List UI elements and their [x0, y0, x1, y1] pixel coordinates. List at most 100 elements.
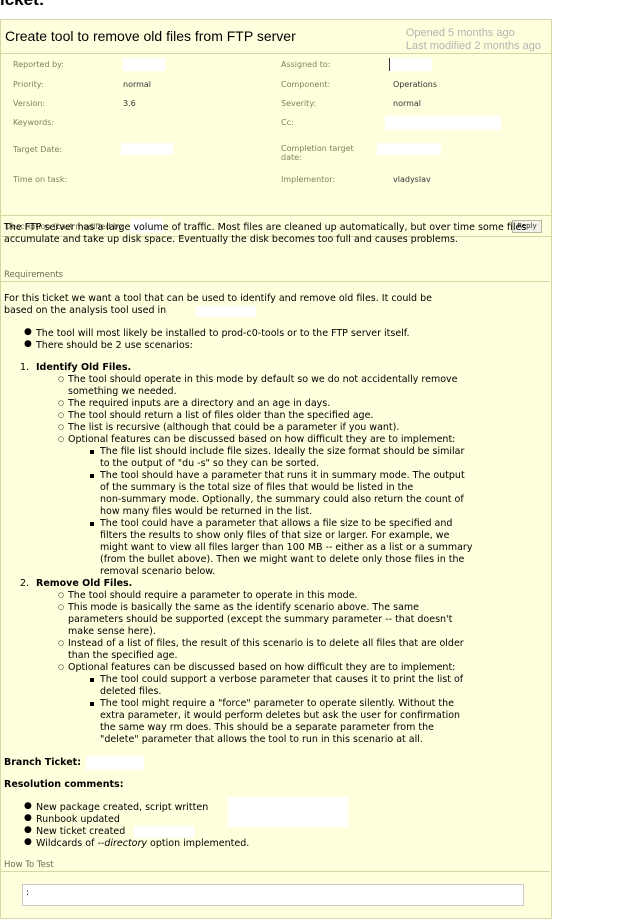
wildcards-text-end: option implemented. — [147, 838, 250, 849]
list-item: how many files would be returned in the … — [100, 506, 313, 517]
circle-bullet-icon: ○ — [58, 603, 65, 611]
list-item: extra parameter, it would perform delete… — [100, 710, 461, 721]
cc-value — [385, 116, 501, 130]
bullet-icon: ● — [24, 813, 32, 823]
list-item: The tool might require a "force" paramet… — [100, 698, 454, 709]
list-item: "delete" parameter that allows the tool … — [100, 734, 423, 745]
ticket-dates: Opened 5 months ago Last modified 2 mont… — [406, 27, 541, 53]
version-label: Version: — [13, 99, 46, 108]
reported-by-value — [123, 58, 165, 71]
target-date-value — [121, 143, 173, 155]
list-item: filters the results to show only files o… — [100, 530, 450, 541]
square-bullet-icon — [90, 474, 94, 478]
keywords-label: Keywords: — [13, 118, 55, 127]
how-to-test-heading: How To Test — [0, 860, 550, 872]
list-item: This mode is basically the same as the i… — [68, 602, 419, 613]
list-item: The tool should operate in this mode by … — [68, 374, 458, 385]
square-bullet-icon — [90, 522, 94, 526]
version-value: 3.6 — [123, 99, 136, 108]
scenario-1-title: Identify Old Files. — [36, 362, 132, 373]
circle-bullet-icon: ○ — [58, 375, 65, 383]
scenario-2-title: Remove Old Files. — [36, 578, 133, 589]
description-intro: The FTP server has a large volume of tra… — [4, 222, 527, 245]
list-item: The tool could have a parameter that all… — [100, 518, 453, 529]
priority-value: normal — [123, 80, 152, 89]
list-item: Wildcards of --directory option implemen… — [36, 838, 249, 850]
modified-date[interactable]: Last modified 2 months ago — [406, 40, 541, 53]
implementor-label: Implementor: — [281, 175, 336, 184]
list-item: deleted files. — [100, 686, 162, 697]
how-to-test-field[interactable]: : — [22, 884, 524, 906]
list-item: make sense here). — [68, 626, 156, 637]
list-item: something we needed. — [68, 386, 177, 397]
list-item: There should be 2 use scenarios: — [36, 340, 193, 351]
list-item: New ticket created — [36, 826, 126, 837]
list-item: (from the bullet above). Then we might w… — [100, 554, 465, 565]
scenario-1-number: 1. — [20, 362, 30, 373]
assigned-to-label: Assigned to: — [281, 60, 331, 69]
component-label: Component: — [281, 80, 331, 89]
target-date-label: Target Date: — [13, 145, 63, 154]
list-item: of the summary is the total size of file… — [100, 482, 414, 493]
list-item: Optional features can be discussed based… — [68, 662, 456, 673]
bullet-icon: ● — [24, 339, 32, 349]
bullet-icon: ● — [24, 801, 32, 811]
list-item: The tool should return a list of files o… — [68, 410, 374, 421]
cc-label: Cc: — [281, 118, 294, 127]
bullet-icon: ● — [24, 327, 32, 337]
list-item: The list is recursive (although that cou… — [68, 422, 400, 433]
branch-ticket-label: Branch Ticket: — [4, 757, 82, 768]
circle-bullet-icon: ○ — [58, 639, 65, 647]
circle-bullet-icon: ○ — [58, 423, 65, 431]
assigned-to-value — [389, 58, 432, 71]
list-item: than the specified age. — [68, 650, 178, 661]
branch-ticket-link[interactable] — [86, 756, 144, 770]
list-item: Instead of a list of files, the result o… — [68, 638, 464, 649]
requirements-heading: Requirements — [0, 270, 550, 282]
list-item: New package created, script written — [36, 802, 209, 813]
severity-value: normal — [393, 99, 422, 108]
list-item: The tool should have a parameter that ru… — [100, 470, 465, 481]
list-item: might want to view all files larger than… — [100, 542, 473, 553]
component-value[interactable]: Operations — [393, 80, 437, 89]
bullet-icon: ● — [24, 837, 32, 847]
list-item: Runbook updated — [36, 814, 120, 825]
implementor-value: vladyslav — [393, 175, 431, 184]
priority-label: Priority: — [13, 80, 44, 89]
ticket-title: Create tool to remove old files from FTP… — [5, 28, 296, 44]
wildcards-text: Wildcards of -- — [36, 838, 105, 849]
new-ticket-link[interactable] — [134, 826, 194, 838]
list-item: parameters should be supported (except t… — [68, 614, 453, 625]
opened-date[interactable]: Opened 5 months ago — [406, 27, 541, 40]
square-bullet-icon — [90, 678, 94, 682]
scenario-2-number: 2. — [20, 578, 30, 589]
analysis-tool-link[interactable] — [196, 306, 256, 317]
list-item: Optional features can be discussed based… — [68, 434, 456, 445]
time-label: Time on task: — [13, 175, 68, 184]
reported-by-label: Reported by: — [13, 60, 64, 69]
list-item: The tool will most likely be installed t… — [36, 328, 410, 339]
list-item: to the output of "du -s" so they can be … — [100, 458, 320, 469]
list-item: non-summary mode. Optionally, the summar… — [100, 494, 464, 505]
completion-value — [377, 143, 441, 155]
req-intro-line-2: based on the analysis tool used in — [4, 305, 167, 316]
circle-bullet-icon: ○ — [58, 411, 65, 419]
list-item: removal scenario below. — [100, 566, 216, 577]
list-item: The tool could support a verbose paramet… — [100, 674, 464, 685]
completion-label: Completion target date: — [281, 144, 354, 162]
list-item: The required inputs are a directory and … — [68, 398, 331, 409]
circle-bullet-icon: ○ — [58, 591, 65, 599]
list-item: the same way rm does. This should be a s… — [100, 722, 434, 733]
req-intro-line-1: For this ticket we want a tool that can … — [4, 293, 432, 304]
square-bullet-icon — [90, 450, 94, 454]
circle-bullet-icon: ○ — [58, 663, 65, 671]
resolution-links[interactable] — [228, 797, 348, 827]
square-bullet-icon — [90, 702, 94, 706]
list-item: The file list should include file sizes.… — [100, 446, 465, 457]
circle-bullet-icon: ○ — [58, 399, 65, 407]
page-heading: icket: — [0, 0, 44, 10]
circle-bullet-icon: ○ — [58, 435, 65, 443]
ticket-properties: Reported by: Assigned to: Priority: norm… — [1, 53, 551, 184]
resolution-label: Resolution comments: — [4, 779, 124, 790]
bullet-icon: ● — [24, 825, 32, 835]
